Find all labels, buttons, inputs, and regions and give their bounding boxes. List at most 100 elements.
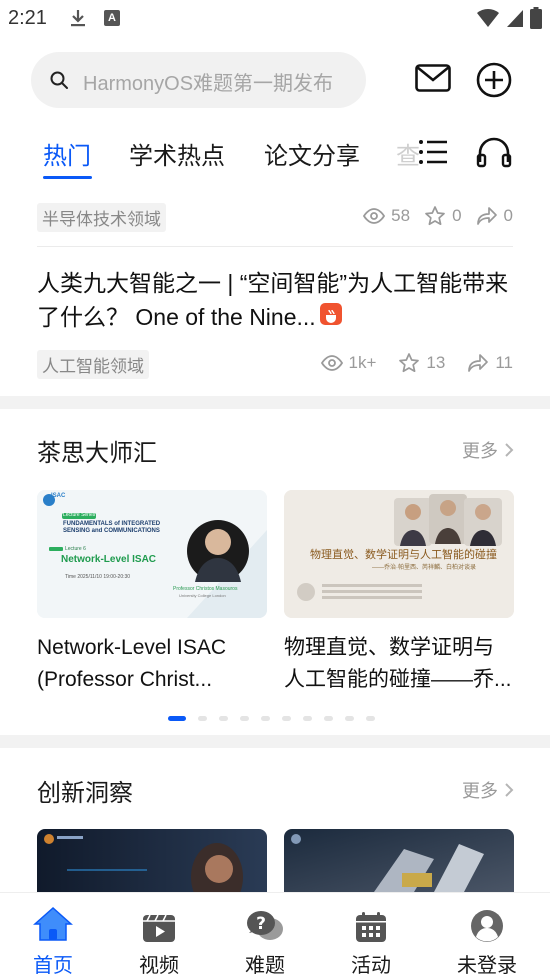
nav-label: 视频	[139, 955, 179, 977]
pager-dot[interactable]	[240, 716, 249, 721]
nav-label: 首页	[33, 955, 73, 977]
poster-heading: FUNDAMENTALS of INTEGRATED SENSING and C…	[63, 521, 161, 534]
pager-dot[interactable]	[366, 716, 375, 721]
article-card[interactable]: 人类九大智能之一 | “空间智能”为人工智能带来了什么？ One of the …	[37, 266, 517, 334]
article-title: 人类九大智能之一 | “空间智能”为人工智能带来了什么？ One of the …	[37, 270, 509, 330]
lecture-poster: 物理直觉、数学证明与人工智能的碰撞 ——乔治·帕里西、芮祥麟、白柏对谈录	[284, 490, 514, 618]
section-title-masters: 茶思大师汇	[37, 440, 157, 467]
views-count: 58	[391, 206, 411, 225]
divider	[37, 246, 513, 247]
nav-label: 未登录	[457, 955, 517, 977]
nav-video[interactable]: 视频	[119, 893, 199, 978]
mail-button[interactable]	[415, 64, 451, 97]
eye-icon	[320, 355, 343, 371]
pager-dot[interactable]	[198, 716, 207, 721]
mail-icon	[415, 64, 451, 92]
pager-dot[interactable]	[324, 716, 333, 721]
article-stats: 58 0 0	[349, 205, 513, 227]
lecture-poster: ISAC Lecture Series FUNDAMENTALS of INTE…	[37, 490, 267, 618]
nav-events[interactable]: 活动	[331, 893, 411, 978]
more-label: 更多	[462, 781, 498, 801]
status-time: 2:21	[8, 7, 47, 29]
wifi-icon	[477, 8, 499, 27]
share-count: 0	[503, 206, 513, 225]
poster-lecture: Lecture 6	[65, 546, 86, 552]
share-icon	[468, 354, 489, 372]
signal-icon	[507, 10, 523, 27]
question-icon: ?	[247, 911, 283, 940]
nav-problems[interactable]: ? 难题	[225, 893, 305, 978]
battery-icon	[530, 7, 542, 29]
article-stats: 1k+ 13 11	[307, 352, 513, 374]
share-button[interactable]: 11	[467, 353, 513, 373]
poster-subheading: ——乔治·帕里西、芮祥麟、白柏对谈录	[372, 565, 476, 571]
insight-image	[284, 829, 514, 892]
star-icon	[399, 353, 420, 373]
calendar-icon	[356, 912, 386, 942]
carousel-pager[interactable]	[168, 716, 375, 721]
article-tag[interactable]: 半导体技术领域	[37, 203, 166, 232]
pager-dot[interactable]	[168, 716, 186, 721]
lecture-card[interactable]: 物理直觉、数学证明与人工智能的碰撞 ——乔治·帕里西、芮祥麟、白柏对谈录 物理直…	[284, 490, 514, 696]
hot-badge-icon	[319, 303, 342, 325]
status-indicators	[476, 7, 542, 29]
pager-dot[interactable]	[282, 716, 291, 721]
home-icon	[33, 906, 73, 941]
category-tabs: 热门 学术热点 论文分享 查	[0, 128, 550, 184]
lecture-card[interactable]: ISAC Lecture Series FUNDAMENTALS of INTE…	[37, 490, 267, 696]
plus-icon	[476, 62, 512, 98]
eye-icon	[363, 208, 386, 224]
views-count: 1k+	[348, 353, 377, 372]
star-count: 13	[426, 353, 446, 372]
tab-overflow[interactable]: 查	[396, 128, 420, 184]
card-title: Network-Level ISAC (Professor Christ...	[37, 636, 227, 691]
add-button[interactable]	[476, 62, 512, 103]
chevron-right-icon	[505, 443, 514, 457]
views-stat: 1k+	[320, 353, 377, 373]
nav-label: 难题	[245, 955, 285, 977]
tab-paper-share[interactable]: 论文分享	[264, 136, 360, 171]
nav-home[interactable]: 首页	[13, 893, 93, 978]
tab-indicator	[43, 176, 92, 179]
menu-icon[interactable]	[418, 139, 448, 170]
poster-affiliation: University College London	[179, 593, 226, 598]
tab-hot[interactable]: 热门	[43, 136, 91, 171]
section-separator	[0, 396, 550, 409]
insight-image	[37, 829, 267, 892]
star-button[interactable]: 13	[398, 352, 445, 374]
search-input[interactable]: HarmonyOS难题第一期发布	[31, 52, 366, 108]
article-tag[interactable]: 人工智能领域	[37, 350, 149, 379]
search-placeholder: HarmonyOS难题第一期发布	[83, 73, 334, 95]
pager-dot[interactable]	[345, 716, 354, 721]
poster-speaker: Professor Christos Masouros	[173, 586, 238, 592]
card-title: 物理直觉、数学证明与人工智能的碰撞——乔...	[284, 636, 512, 691]
tab-overflow-label: 查	[396, 143, 420, 170]
star-icon	[425, 206, 445, 226]
share-button[interactable]: 0	[476, 206, 513, 226]
pager-dot[interactable]	[219, 716, 228, 721]
more-button[interactable]: 更多	[462, 437, 514, 463]
chevron-right-icon	[505, 783, 514, 797]
more-button[interactable]: 更多	[462, 777, 514, 803]
headset-icon[interactable]	[476, 136, 512, 173]
section-separator	[0, 735, 550, 748]
share-count: 11	[495, 353, 513, 372]
insight-card[interactable]	[37, 829, 267, 892]
svg-text:?: ?	[256, 914, 266, 934]
insight-card[interactable]	[284, 829, 514, 892]
status-bar: 2:21 A	[0, 0, 550, 38]
star-count: 0	[452, 206, 462, 225]
poster-time: Time 2025/11/10 19:00-20:30	[65, 574, 131, 580]
tab-academic-hot[interactable]: 学术热点	[129, 136, 225, 171]
nav-profile[interactable]: 未登录	[447, 893, 527, 978]
pager-dot[interactable]	[261, 716, 270, 721]
pager-dot[interactable]	[303, 716, 312, 721]
star-button[interactable]: 0	[424, 205, 462, 227]
poster-topic: Network-Level ISAC	[61, 554, 157, 565]
poster-series-tag: Lecture Series	[63, 512, 96, 518]
accessibility-icon: A	[104, 10, 120, 26]
download-icon	[68, 8, 88, 33]
avatar-icon	[471, 910, 503, 942]
more-label: 更多	[462, 441, 498, 461]
top-bar: HarmonyOS难题第一期发布	[0, 50, 550, 110]
